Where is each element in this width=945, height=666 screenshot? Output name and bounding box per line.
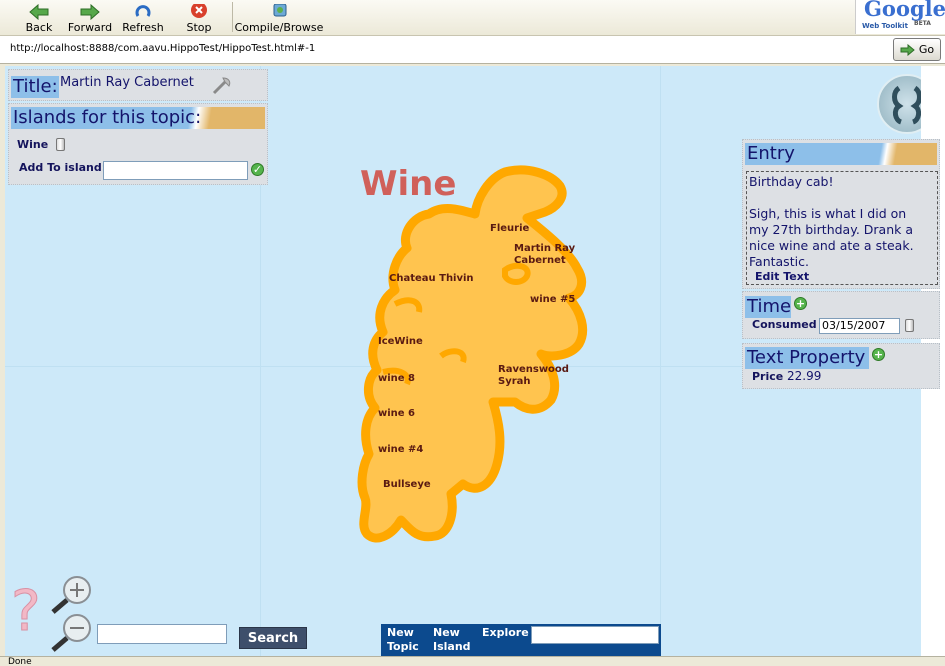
map-grid-line — [660, 66, 661, 656]
island-label-ravenswood[interactable]: Ravenswood — [498, 364, 569, 376]
text-property-panel: Text Property + Price 22.99 — [742, 343, 940, 389]
refresh-icon — [135, 5, 151, 17]
entry-line-1: Birthday cab! — [749, 174, 834, 189]
search-input[interactable] — [97, 624, 227, 644]
new-topic-label-1: New — [387, 626, 414, 639]
new-island-label-1: New — [433, 626, 460, 639]
edit-text-link[interactable]: Edit Text — [749, 270, 935, 283]
go-button[interactable]: Go — [893, 38, 941, 61]
price-label: Price — [752, 370, 784, 383]
compile-browse-button[interactable]: Compile/Browse — [235, 0, 323, 34]
remove-island-trash-icon[interactable] — [56, 138, 65, 151]
entry-header: Entry — [745, 143, 937, 165]
stop-label: Stop — [186, 21, 212, 34]
add-island-check-icon[interactable]: ✓ — [251, 163, 264, 176]
entry-line-2: Sigh, this is what I did on — [749, 206, 907, 221]
island-label-wine-8[interactable]: wine 8 — [378, 373, 415, 385]
add-time-plus-icon[interactable]: + — [794, 297, 807, 310]
entry-panel: Entry Birthday cab! Sigh, this is what I… — [742, 139, 940, 289]
svg-text:?: ? — [11, 579, 41, 644]
back-arrow-icon — [29, 4, 49, 20]
refresh-label: Refresh — [122, 21, 164, 34]
island-item-wine[interactable]: Wine — [17, 138, 48, 151]
price-value[interactable]: 22.99 — [787, 369, 821, 383]
title-label: Title: — [11, 76, 59, 98]
google-web-toolkit-logo: Google Web Toolkit BETA — [855, 0, 945, 34]
stop-icon — [191, 4, 207, 18]
time-header: Time — [745, 296, 792, 318]
text-property-header: Text Property — [745, 347, 869, 369]
go-label: Go — [918, 43, 935, 56]
refresh-button[interactable]: Refresh — [122, 0, 164, 34]
explore-input[interactable] — [531, 626, 659, 644]
entry-text-box[interactable]: Birthday cab! Sigh, this is what I did o… — [746, 171, 938, 285]
entry-blank-line — [749, 190, 935, 206]
add-property-plus-icon[interactable]: + — [872, 348, 885, 361]
compile-label: Compile/Browse — [234, 21, 324, 34]
remove-time-trash-icon[interactable] — [905, 319, 914, 332]
island-title: Wine — [360, 164, 457, 204]
url-field[interactable]: http://localhost:8888/com.aavu.HippoTest… — [10, 43, 315, 54]
compile-icon — [273, 4, 287, 17]
help-question-icon[interactable]: ? — [9, 574, 49, 650]
address-bar: http://localhost:8888/com.aavu.HippoTest… — [0, 36, 945, 64]
entry-line-5: Fantastic. — [749, 254, 809, 269]
forward-button[interactable]: Forward — [66, 0, 114, 34]
zoom-out-icon[interactable] — [49, 612, 95, 652]
back-label: Back — [25, 21, 53, 34]
island-label-syrah[interactable]: Syrah — [498, 376, 531, 388]
logo-beta: BETA — [914, 20, 931, 27]
bottom-nav-bar: New Topic New Island Explore — [381, 624, 661, 656]
island-label-wine-6[interactable]: wine 6 — [378, 408, 415, 420]
consumed-date-input[interactable]: 03/15/2007 — [819, 318, 900, 334]
topic-title-value[interactable]: Martin Ray Cabernet — [60, 75, 194, 90]
time-panel: Time + Consumed 03/15/2007 — [742, 291, 940, 339]
island-label-martin-ray[interactable]: Martin Ray — [514, 243, 575, 255]
toolbar-separator — [232, 2, 233, 32]
island-label-chateau-thivin[interactable]: Chateau Thivin — [389, 273, 474, 285]
edit-tool-icon[interactable] — [211, 76, 233, 96]
new-topic-label-2: Topic — [387, 640, 419, 653]
explore-label: Explore — [482, 626, 529, 639]
islands-header: Islands for this topic: — [11, 107, 265, 129]
forward-label: Forward — [67, 21, 113, 34]
go-arrow-icon — [900, 43, 915, 56]
zoom-in-icon[interactable] — [49, 574, 95, 614]
search-button[interactable]: Search — [239, 627, 307, 649]
new-island-button[interactable]: New Island — [433, 626, 471, 654]
entry-line-3: my 27th birthday. Drank a — [749, 222, 913, 237]
logo-subtitle: Web Toolkit — [862, 22, 908, 30]
island-label-fleurie[interactable]: Fleurie — [490, 223, 529, 235]
logo-text: Google — [864, 0, 945, 21]
consumed-label: Consumed — [752, 318, 817, 331]
island-label-cabernet[interactable]: Cabernet — [514, 255, 566, 267]
status-bar: Done — [0, 656, 945, 666]
island-label-wine-5[interactable]: wine #5 — [530, 294, 575, 306]
stop-button[interactable]: Stop — [186, 0, 212, 34]
island-label-icewine[interactable]: IceWine — [378, 336, 423, 348]
title-panel: Title: Martin Ray Cabernet — [8, 69, 268, 101]
back-button[interactable]: Back — [24, 0, 54, 34]
entry-line-4: nice wine and ate a steak. — [749, 238, 914, 253]
island-shape[interactable] — [355, 164, 595, 556]
status-text: Done — [8, 657, 32, 666]
add-to-island-label: Add To island: — [19, 161, 107, 174]
new-island-label-2: Island — [433, 640, 471, 653]
add-to-island-input[interactable] — [103, 161, 248, 180]
browser-toolbar: Back Forward Refresh Stop Compile/Browse… — [0, 0, 945, 36]
forward-arrow-icon — [80, 4, 100, 20]
island-label-wine-4[interactable]: wine #4 — [378, 444, 423, 456]
islands-panel: Islands for this topic: Wine Add To isla… — [8, 103, 268, 185]
island-label-bullseye[interactable]: Bullseye — [383, 479, 431, 491]
new-topic-button[interactable]: New Topic — [387, 626, 419, 654]
